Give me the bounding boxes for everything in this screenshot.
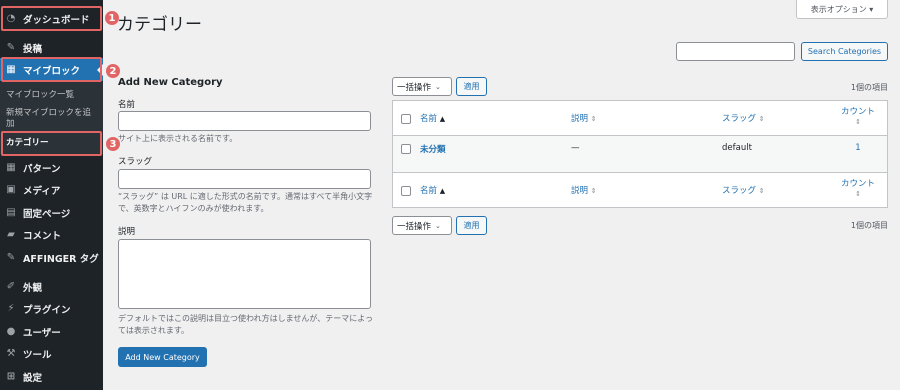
row-description: — — [571, 143, 580, 153]
description-label: 説明 — [118, 227, 136, 237]
sort-icon: ▲ — [439, 187, 446, 195]
name-label: 名前 — [118, 100, 136, 110]
sort-icon: ⇕ — [590, 187, 597, 195]
pin-icon: ✎ — [6, 252, 16, 263]
sort-icon: ▲ — [439, 115, 446, 123]
select-all-checkbox-footer[interactable] — [401, 186, 411, 196]
menu-media[interactable]: ▣ メディア — [0, 178, 103, 201]
settings-icon: ⊞ — [6, 371, 16, 382]
user-icon: ● — [6, 326, 16, 337]
description-textarea[interactable] — [118, 239, 371, 309]
wrench-icon: ⚒ — [6, 348, 16, 359]
name-input[interactable] — [118, 111, 371, 131]
menu-pages[interactable]: ▤ 固定ページ — [0, 201, 103, 224]
table-header-row: 名前 ▲ 説明 ⇕ スラッグ ⇕ カウント ⇕ — [393, 101, 887, 136]
bulk-action-select-bottom[interactable]: 一括操作 ⌄ — [392, 216, 452, 235]
name-description: サイト上に表示される名前です。 — [118, 134, 238, 143]
submenu-add-myblock[interactable]: 新規マイブロックを追加 — [6, 108, 98, 130]
highlight-box-3 — [1, 131, 102, 156]
menu-tools[interactable]: ⚒ ツール — [0, 342, 103, 365]
grid-icon: ▦ — [6, 162, 16, 173]
chevron-down-icon: ⌄ — [435, 221, 441, 230]
menu-patterns[interactable]: ▦ パターン — [0, 156, 103, 179]
item-count-top: 1個の項目 — [850, 83, 888, 92]
sort-icon: ⇕ — [758, 187, 765, 195]
chevron-down-icon: ⌄ — [435, 82, 441, 91]
column-count[interactable]: カウント ⇕ — [833, 107, 883, 127]
column-slug-footer[interactable]: スラッグ ⇕ — [722, 184, 765, 196]
sort-icon: ⇕ — [758, 115, 765, 123]
comment-icon: ▰ — [7, 229, 15, 240]
add-new-category-button[interactable]: Add New Category — [118, 347, 207, 367]
table-row: 未分類 — default 1 — [393, 136, 887, 173]
categories-table: 名前 ▲ 説明 ⇕ スラッグ ⇕ カウント ⇕ 未分類 — default 1 名… — [392, 100, 888, 208]
column-name[interactable]: 名前 ▲ — [420, 112, 445, 124]
table-footer-row: 名前 ▲ 説明 ⇕ スラッグ ⇕ カウント ⇕ — [393, 173, 887, 208]
column-name-footer[interactable]: 名前 ▲ — [420, 184, 445, 196]
slug-input[interactable] — [118, 169, 371, 189]
sort-icon: ⇕ — [590, 115, 597, 123]
description-help: デフォルトではこの説明は目立つ使われ方はしませんが、テーマによっては表示されます… — [118, 314, 373, 335]
menu-appearance[interactable]: ✐ 外観 — [0, 275, 103, 298]
row-checkbox[interactable] — [401, 144, 411, 154]
row-name-link[interactable]: 未分類 — [420, 143, 446, 155]
select-all-checkbox[interactable] — [401, 114, 411, 124]
slug-label: スラッグ — [118, 157, 153, 167]
media-icon: ▣ — [6, 184, 16, 195]
apply-button-bottom[interactable]: 適用 — [456, 216, 487, 235]
page-title: カテゴリー — [117, 15, 202, 35]
item-count-bottom: 1個の項目 — [850, 221, 888, 230]
menu-comments[interactable]: ▰ コメント — [0, 223, 103, 246]
highlight-box-2 — [1, 57, 102, 82]
plugin-icon: ⚡ — [7, 303, 15, 314]
brush-icon: ✐ — [6, 281, 16, 292]
apply-button-top[interactable]: 適用 — [456, 77, 487, 96]
menu-settings[interactable]: ⊞ 設定 — [0, 365, 103, 388]
menu-affinger-tag[interactable]: ✎ AFFINGER タグ — [0, 246, 103, 269]
highlight-box-1 — [1, 6, 102, 31]
column-description-footer[interactable]: 説明 ⇕ — [571, 184, 597, 196]
sort-icon: ⇕ — [855, 190, 861, 198]
menu-plugins[interactable]: ⚡ プラグイン — [0, 297, 103, 320]
sort-icon: ⇕ — [855, 118, 861, 126]
screen-options-button[interactable]: 表示オプション ▾ — [796, 0, 888, 19]
column-slug[interactable]: スラッグ ⇕ — [722, 112, 765, 124]
submenu-myblock-list[interactable]: マイブロック一覧 — [6, 90, 74, 101]
add-category-heading: Add New Category — [118, 77, 223, 88]
menu-posts[interactable]: ✎ 投稿 — [0, 36, 103, 59]
search-categories-button[interactable]: Search Categories — [801, 42, 888, 61]
row-count-link[interactable]: 1 — [833, 143, 883, 153]
pin-icon: ✎ — [6, 42, 16, 53]
menu-users[interactable]: ● ユーザー — [0, 320, 103, 343]
slug-description: “スラッグ” は URL に適した形式の名前です。通常はすべて半角小文字で、英数… — [118, 192, 373, 213]
row-slug: default — [722, 143, 752, 153]
search-input[interactable] — [676, 42, 795, 61]
page-icon: ▤ — [6, 207, 16, 218]
annotation-number-2: 2 — [106, 64, 120, 78]
column-count-footer[interactable]: カウント ⇕ — [833, 179, 883, 199]
bulk-action-select-top[interactable]: 一括操作 ⌄ — [392, 77, 452, 96]
column-description[interactable]: 説明 ⇕ — [571, 112, 597, 124]
